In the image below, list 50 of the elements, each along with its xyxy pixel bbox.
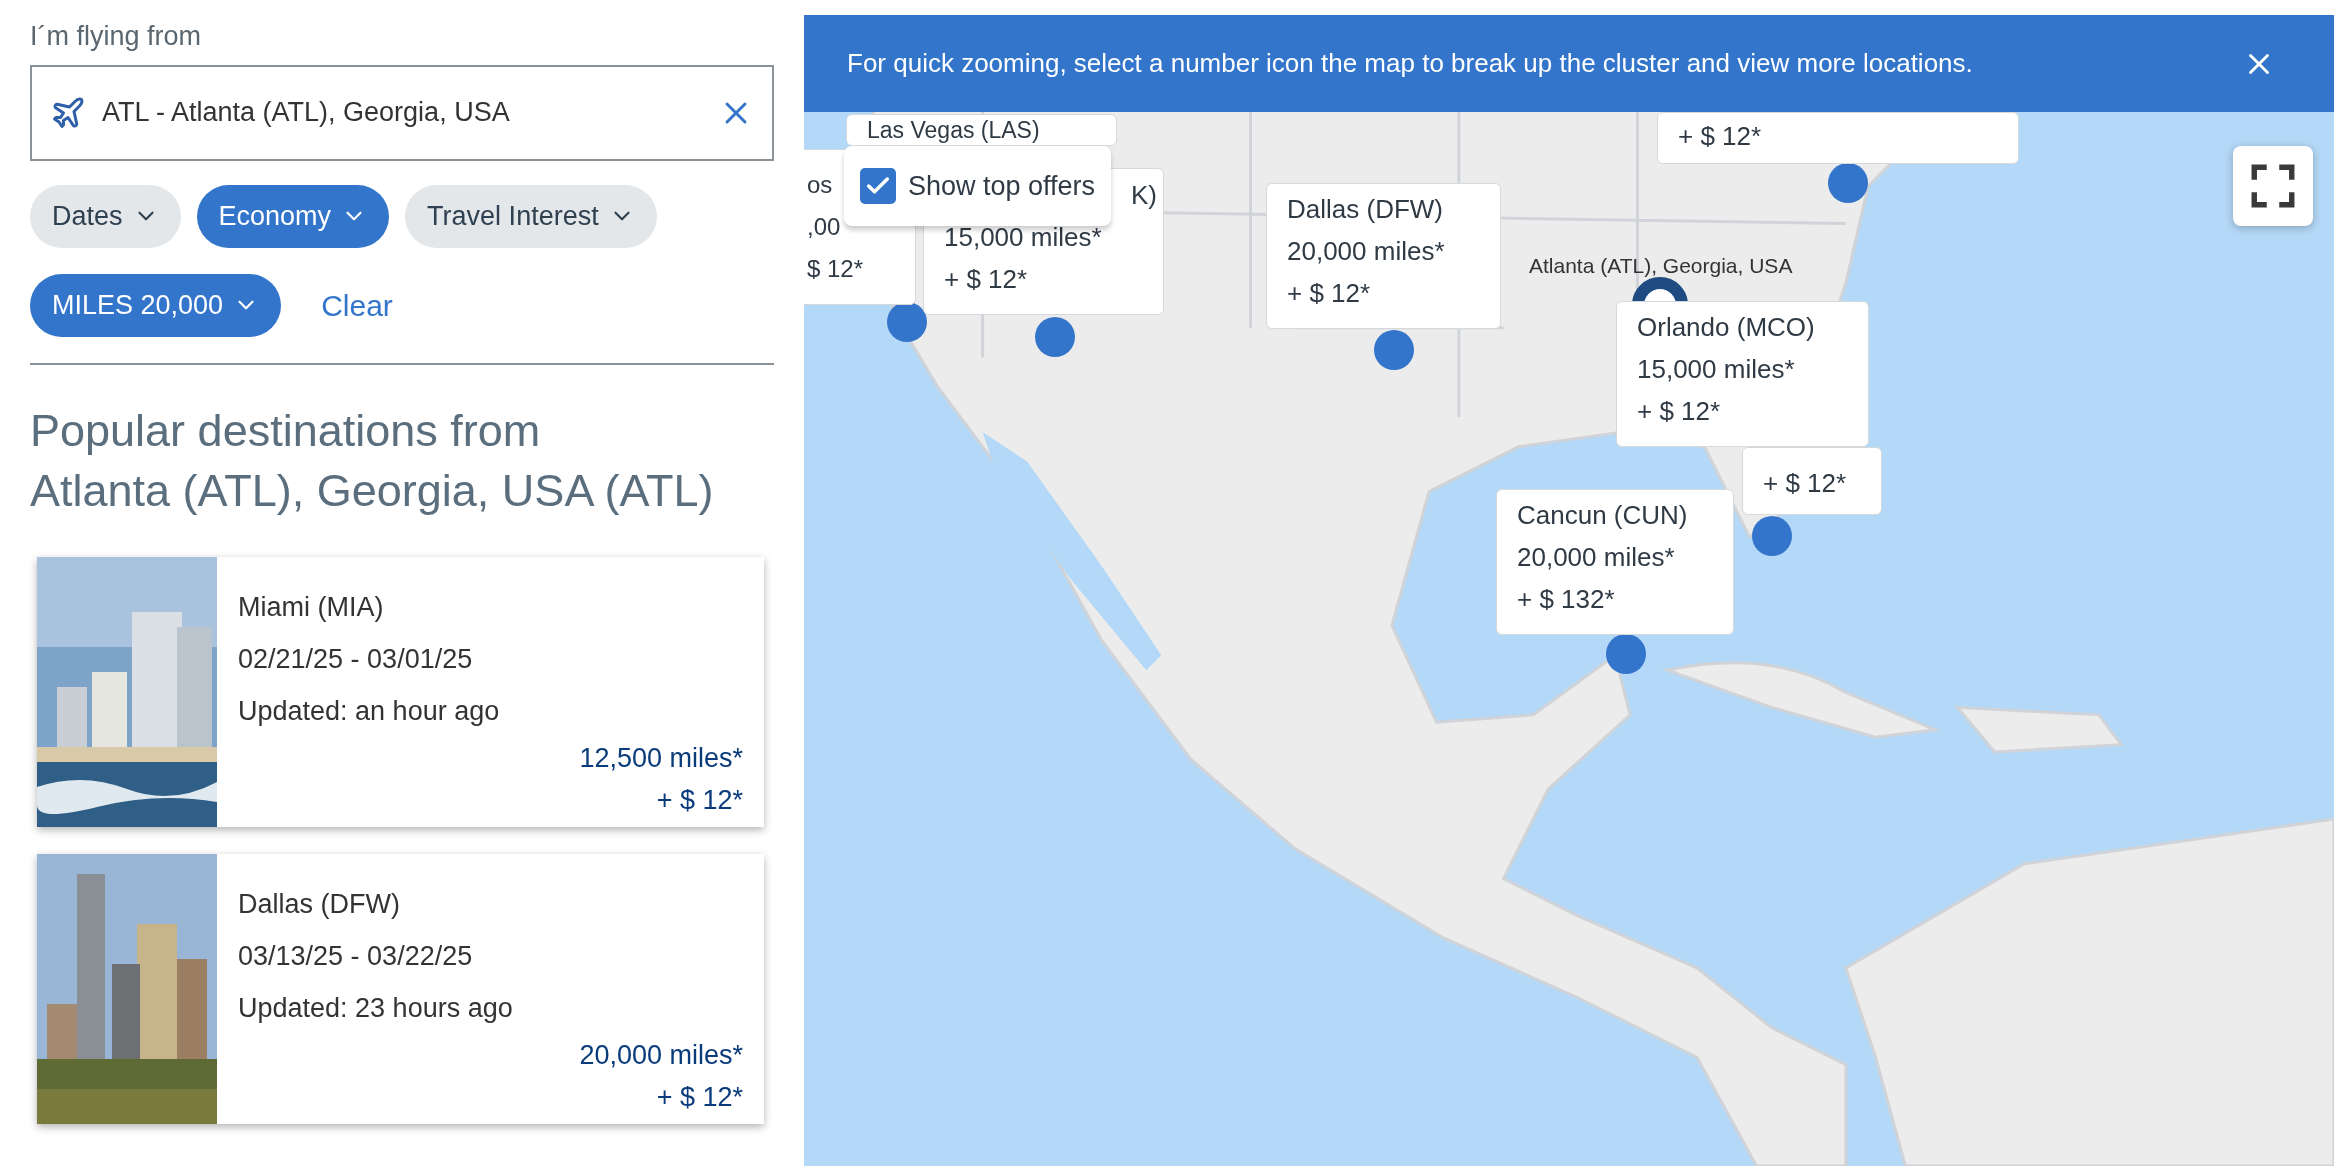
offer-card[interactable]: Las Vegas (LAS) — [846, 114, 1117, 146]
offer-text: ,00 — [807, 212, 841, 242]
offer-card[interactable]: Cancun (CUN) 20,000 miles* + $ 132* — [1496, 489, 1734, 635]
filter-chip[interactable]: Dates — [30, 184, 181, 248]
offer-text: 20,000 miles* — [1517, 541, 1676, 574]
updated-time: Updated: 23 hours ago — [238, 991, 514, 1025]
offer-text: 20,000 miles* — [1287, 235, 1446, 268]
origin-map-label: Atlanta (ATL), Georgia, USA — [1529, 253, 1793, 279]
offer-text: Orlando (MCO) — [1637, 311, 1816, 344]
offer-text: + $ 12* — [1637, 395, 1722, 428]
field-label: I´m flying from — [30, 20, 203, 53]
updated-time: Updated: an hour ago — [238, 694, 501, 728]
offer-text: + $ 12* — [1287, 277, 1372, 310]
destination-name: Dallas (DFW) — [238, 887, 401, 921]
offer-text: Cancun (CUN) — [1517, 499, 1689, 532]
fare-price: + $ 12* — [656, 1080, 743, 1114]
destination-card[interactable]: Dallas (DFW) 03/13/25 - 03/22/25 Updated: 23 hours ago 20,000 miles* + $ 12* — [37, 853, 764, 1124]
origin-pin[interactable] — [1632, 277, 1688, 301]
filter-chip[interactable]: Economy — [196, 184, 390, 248]
offer-card[interactable]: Orlando (MCO) 15,000 miles* + $ 12* — [1616, 301, 1869, 447]
travel-dates: 03/13/25 - 03/22/25 — [238, 939, 474, 973]
section-heading: Popular destinations from Atlanta (ATL), Georgia, USA (ATL) — [30, 403, 715, 518]
miles-price: 20,000 miles* — [579, 1038, 743, 1072]
offer-text: os — [807, 170, 833, 200]
fare-price: + $ 12* — [656, 783, 743, 817]
offer-card[interactable]: + $ 12* — [1657, 112, 2019, 164]
destination-name: Miami (MIA) — [238, 590, 385, 624]
origin-input[interactable]: ATL - Atlanta (ATL), Georgia, USA — [102, 92, 702, 133]
fullscreen-button[interactable] — [2233, 146, 2313, 226]
clear-link[interactable]: Clear — [297, 282, 417, 328]
offer-text: 15,000 miles* — [1637, 353, 1796, 386]
checkbox[interactable] — [860, 168, 896, 204]
filter-chip[interactable]: Travel Interest — [405, 184, 657, 248]
origin-field[interactable]: ATL - Atlanta (ATL), Georgia, USA — [30, 64, 774, 161]
miles-price: 12,500 miles* — [579, 741, 743, 775]
offer-text: + $ 12* — [1678, 120, 1763, 153]
offer-card[interactable]: Dallas (DFW) 20,000 miles* + $ 12* — [1266, 183, 1501, 329]
travel-dates: 02/21/25 - 03/01/25 — [238, 642, 474, 676]
offer-card[interactable]: + $ 12* — [1742, 447, 1882, 515]
banner-text: For quick zooming, select a number icon the map to break up the cluster and view more locations. — [847, 47, 1973, 80]
filter-chip[interactable]: MILES 20,000 — [30, 273, 282, 337]
destination-card[interactable]: Miami (MIA) 02/21/25 - 03/01/25 Updated: an hour ago 12,500 miles* + $ 12* — [37, 556, 764, 827]
offer-text: + $ 12* — [1763, 467, 1848, 500]
offer-text: + $ 12* — [944, 263, 1029, 296]
offer-text: Dallas (DFW) — [1287, 193, 1444, 226]
offer-text: 15,000 miles* — [944, 221, 1103, 254]
offer-text: K) — [1131, 179, 1157, 212]
offer-text: $ 12* — [807, 254, 864, 284]
offer-text: Las Vegas (LAS) — [867, 118, 1040, 142]
offer-text: + $ 132* — [1517, 583, 1616, 616]
